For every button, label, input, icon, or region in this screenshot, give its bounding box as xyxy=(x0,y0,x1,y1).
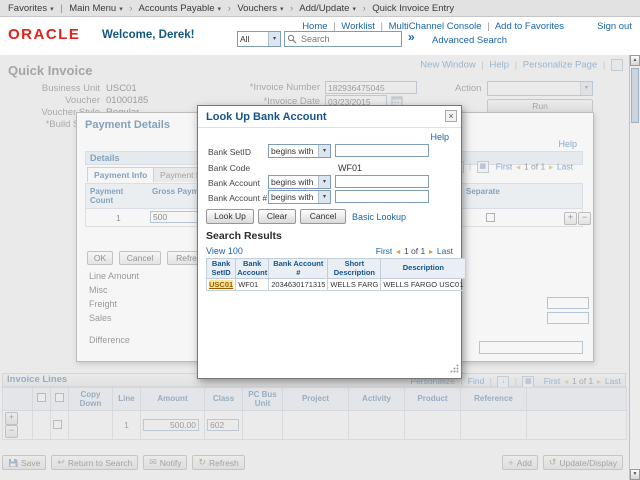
app-header: ORACLE Welcome, Derek! Home | Worklist |… xyxy=(0,17,640,56)
advanced-search-link[interactable]: Advanced Search xyxy=(432,35,507,46)
scroll-up-icon[interactable]: ▲ xyxy=(630,55,640,66)
results-pagination: First ◄ 1 of 1 ► Last xyxy=(376,246,453,256)
separator: | xyxy=(487,21,490,32)
breadcrumb-label: Accounts Payable xyxy=(138,3,215,14)
next-page-icon[interactable]: ► xyxy=(428,249,435,256)
prev-page-icon[interactable]: ◄ xyxy=(395,249,402,256)
breadcrumb-accounts-payable[interactable]: Accounts Payable ▾ xyxy=(139,3,222,14)
col-bank-account-number[interactable]: Bank Account # xyxy=(268,257,329,280)
breadcrumb-label: Favorites xyxy=(8,3,48,14)
breadcrumb-label: Main Menu xyxy=(69,3,117,14)
welcome-text: Welcome, Derek! xyxy=(102,29,195,41)
modal-title: Look Up Bank Account xyxy=(206,111,327,123)
table-row: USC01 WF01 2034630171315 WELLS FARG WELL… xyxy=(205,278,467,292)
bank-setid-op-select[interactable]: ▾ begins with xyxy=(268,144,331,158)
bank-account-label: Bank Account xyxy=(208,178,260,188)
chevron-down-icon: ▾ xyxy=(217,6,222,13)
chevron-down-icon: ▾ xyxy=(318,145,330,157)
multichannel-console-link[interactable]: MultiChannel Console xyxy=(389,21,482,32)
look-up-button[interactable]: Look Up xyxy=(206,209,254,224)
scrollbar-thumb[interactable] xyxy=(631,68,639,123)
result-link[interactable]: USC01 xyxy=(209,280,234,290)
close-icon[interactable]: × xyxy=(445,110,457,122)
cancel-button[interactable]: Cancel xyxy=(300,209,346,224)
breadcrumb-vouchers[interactable]: Vouchers ▾ xyxy=(237,3,283,14)
breadcrumb: Favorites ▾ | Main Menu ▾ › Accounts Payab… xyxy=(0,0,640,17)
results-table: Bank SetID Bank Account Bank Account # S… xyxy=(205,257,467,292)
search-input[interactable] xyxy=(284,31,402,47)
help-link[interactable]: Help xyxy=(430,132,449,142)
bank-account-field[interactable] xyxy=(335,175,429,188)
chevron-down-icon: ▾ xyxy=(119,6,123,13)
bank-setid-field[interactable] xyxy=(335,144,429,157)
col-bank-account[interactable]: Bank Account xyxy=(235,257,270,280)
op-value: begins with xyxy=(271,192,314,202)
op-value: begins with xyxy=(271,146,314,156)
search-scope-select[interactable]: ▾ All xyxy=(237,31,281,47)
last-page-link[interactable]: Last xyxy=(437,246,453,256)
cell-short-description: WELLS FARG xyxy=(327,278,382,292)
op-value: begins with xyxy=(271,177,314,187)
breadcrumb-quick-invoice-entry[interactable]: Quick Invoice Entry xyxy=(372,3,454,14)
search-go-button[interactable]: » xyxy=(408,30,415,44)
sign-out-link[interactable]: Sign out xyxy=(597,21,632,32)
breadcrumb-separator-icon: › xyxy=(129,3,133,13)
search-scope-value: All xyxy=(240,34,250,44)
vertical-scrollbar[interactable]: ▲ ▼ xyxy=(629,55,640,480)
bank-account-number-label: Bank Account # xyxy=(208,193,268,203)
clear-button[interactable]: Clear xyxy=(258,209,296,224)
page-indicator: 1 of 1 xyxy=(403,246,426,256)
oracle-logo: ORACLE xyxy=(8,26,81,43)
search-icon xyxy=(287,34,297,44)
cell-bank-account-number: 2034630171315 xyxy=(268,278,329,292)
cell-bank-account: WF01 xyxy=(235,278,270,292)
col-bank-setid[interactable]: Bank SetID xyxy=(205,257,237,280)
search-field[interactable] xyxy=(299,33,399,45)
bank-setid-label: Bank SetID xyxy=(208,147,251,157)
breadcrumb-label: Add/Update xyxy=(299,3,350,14)
breadcrumb-separator-icon: › xyxy=(362,3,366,13)
resize-grip-icon[interactable] xyxy=(450,364,459,376)
bank-code-label: Bank Code xyxy=(208,163,251,173)
breadcrumb-favorites[interactable]: Favorites ▾ xyxy=(8,3,54,14)
chevron-down-icon: ▾ xyxy=(279,6,284,13)
chevron-down-icon: ▾ xyxy=(50,6,54,13)
chevron-down-icon: ▾ xyxy=(318,191,330,203)
scroll-down-icon[interactable]: ▼ xyxy=(630,469,640,480)
breadcrumb-label: Vouchers xyxy=(237,3,277,14)
lookup-bank-account-modal: Look Up Bank Account × Help Bank SetID ▾… xyxy=(197,105,467,379)
search-results-heading: Search Results xyxy=(206,230,282,242)
breadcrumb-add-update[interactable]: Add/Update ▾ xyxy=(299,3,356,14)
bank-code-value: WF01 xyxy=(338,163,363,173)
first-page-link[interactable]: First xyxy=(376,246,393,256)
add-to-favorites-link[interactable]: Add to Favorites xyxy=(495,21,564,32)
screen: Favorites ▾ | Main Menu ▾ › Accounts Payab… xyxy=(0,0,640,480)
results-header-row: Bank SetID Bank Account Bank Account # S… xyxy=(205,257,467,280)
view-100-link[interactable]: View 100 xyxy=(206,246,243,256)
bank-account-number-op-select[interactable]: ▾ begins with xyxy=(268,190,331,204)
cell-bank-setid: USC01 xyxy=(205,278,237,292)
divider xyxy=(198,127,461,128)
breadcrumb-separator-icon: › xyxy=(227,3,231,13)
separator: | xyxy=(60,3,63,13)
chevron-down-icon: ▾ xyxy=(268,32,280,46)
breadcrumb-main-menu[interactable]: Main Menu ▾ xyxy=(69,3,123,14)
bank-account-number-field[interactable] xyxy=(335,190,429,203)
basic-lookup-link[interactable]: Basic Lookup xyxy=(352,212,406,222)
chevron-down-icon: ▾ xyxy=(352,6,356,13)
cell-description: WELLS FARGO USC01 xyxy=(380,278,467,292)
col-short-description[interactable]: Short Description xyxy=(327,257,382,280)
breadcrumb-separator-icon: › xyxy=(290,3,294,13)
bank-account-op-select[interactable]: ▾ begins with xyxy=(268,175,331,189)
col-description[interactable]: Description xyxy=(380,257,467,280)
chevron-down-icon: ▾ xyxy=(318,176,330,188)
